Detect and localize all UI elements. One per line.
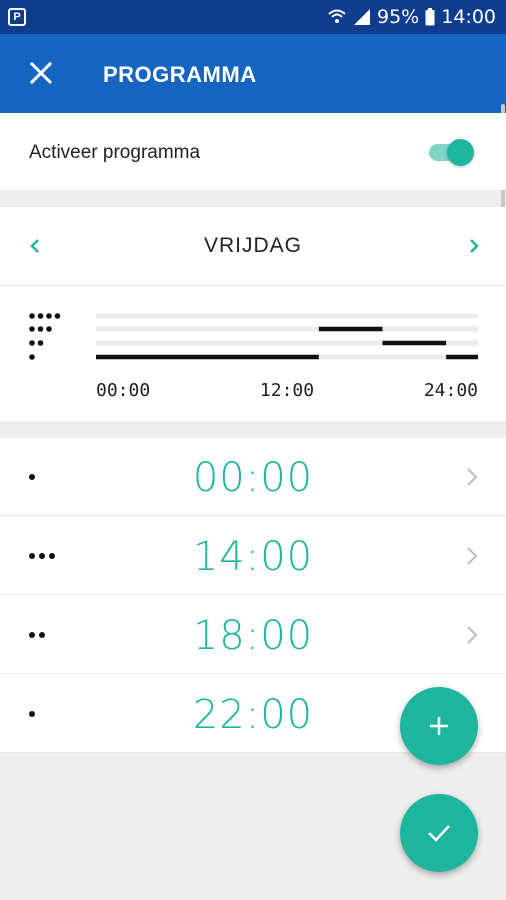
plus-icon	[430, 717, 448, 735]
day-label: VRIJDAG	[203, 234, 302, 257]
chevron-left-icon	[30, 239, 39, 253]
battery-percentage: 95%	[377, 6, 420, 28]
level-dot	[46, 326, 52, 332]
chevron-right-icon	[467, 468, 478, 486]
app-bar: PROGRAMMA	[0, 34, 506, 113]
page-title: PROGRAMMA	[103, 62, 257, 87]
day-selector: VRIJDAG	[0, 207, 506, 286]
slot-time: 18:00	[192, 613, 314, 659]
previous-day-button[interactable]	[20, 231, 50, 261]
time-slot-row[interactable]: 00:00	[0, 438, 506, 516]
status-right: 95% 14:00	[327, 0, 496, 34]
time-slot-row[interactable]: 14:00	[0, 517, 506, 595]
level-dot	[37, 313, 44, 319]
x-tick-label: 00:00	[96, 380, 150, 401]
chevron-right-icon	[467, 626, 478, 644]
level-dot	[29, 313, 35, 319]
slot-time: 00:00	[192, 455, 314, 501]
clock: 14:00	[441, 6, 496, 28]
level-dot	[37, 340, 44, 346]
close-icon	[30, 62, 52, 84]
close-button[interactable]	[22, 54, 60, 92]
time-slot-row[interactable]: 18:00	[0, 596, 506, 674]
level-dot	[29, 340, 35, 346]
activate-program-row: Activeer programma	[0, 113, 506, 190]
level-dot	[29, 326, 35, 332]
schedule-graph-svg: 00:00 12:00 24:00	[29, 313, 478, 401]
status-bar: P 95% 14:00	[0, 0, 506, 34]
level-dot	[29, 354, 35, 360]
wifi-icon	[328, 9, 346, 23]
slot-time: 14:00	[192, 534, 314, 580]
level-dot	[46, 313, 52, 319]
add-slot-button[interactable]	[400, 687, 478, 765]
battery-icon	[425, 8, 435, 26]
level-dot	[37, 326, 44, 332]
signal-icon	[354, 9, 370, 25]
chevron-right-icon	[467, 547, 478, 565]
schedule-graph: 00:00 12:00 24:00	[0, 286, 506, 421]
notification-icon: P	[8, 8, 26, 26]
activate-program-toggle[interactable]	[427, 139, 474, 166]
confirm-button[interactable]	[400, 794, 478, 872]
next-day-button[interactable]	[459, 231, 489, 261]
toggle-thumb	[447, 139, 474, 166]
check-icon	[428, 825, 450, 842]
chevron-right-icon	[470, 239, 479, 253]
x-tick-label: 12:00	[260, 380, 314, 401]
level-dot	[54, 313, 61, 319]
x-tick-label: 24:00	[424, 380, 478, 401]
activate-program-label: Activeer programma	[29, 142, 201, 163]
